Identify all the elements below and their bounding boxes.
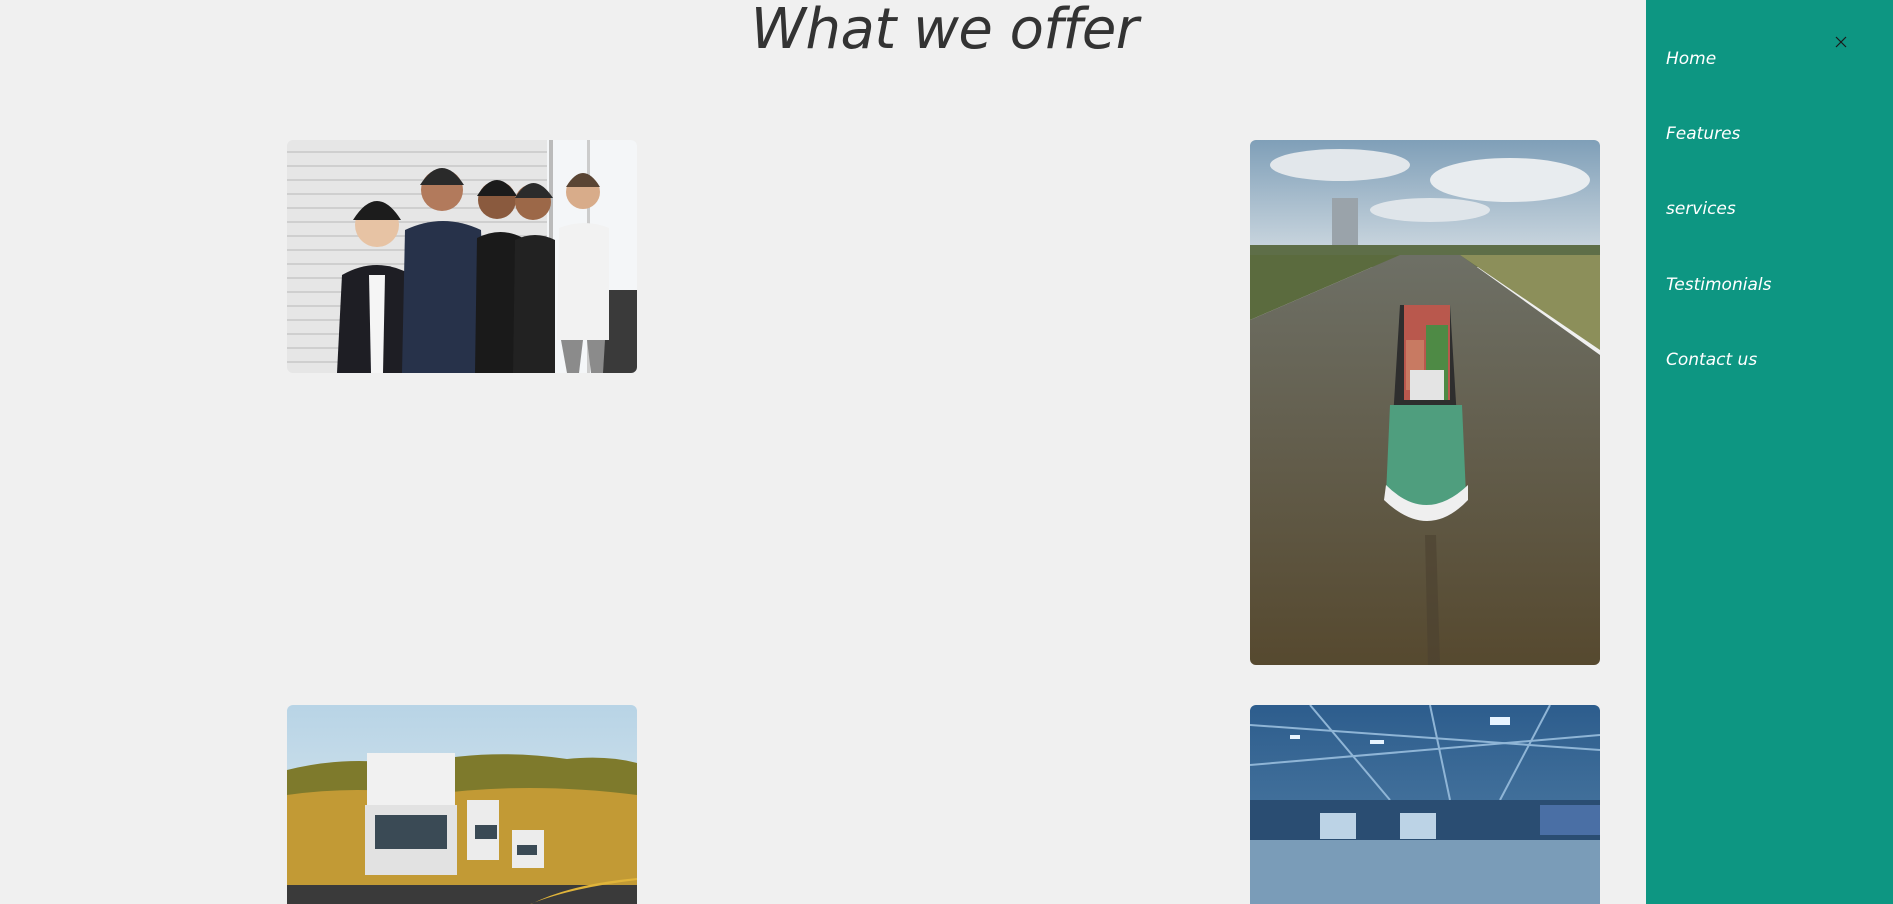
trucks-photo [287, 705, 637, 904]
main-content: What we offer [0, 0, 1646, 904]
sidebar-item-home[interactable]: Home [1666, 48, 1716, 70]
section-title: What we offer [750, 0, 1139, 62]
sidebar-item-testimonials[interactable]: Testimonials [1666, 274, 1771, 296]
close-icon[interactable] [1826, 32, 1856, 52]
cargo-ship-photo [1250, 140, 1600, 665]
page: What we offer Home Features services Tes… [0, 0, 1893, 904]
sidebar-item-contact-us[interactable]: Contact us [1666, 349, 1757, 371]
sidebar-item-services[interactable]: services [1666, 198, 1736, 220]
sidebar-item-features[interactable]: Features [1666, 123, 1740, 145]
warehouse-photo [1250, 705, 1600, 904]
team-photo [287, 140, 637, 373]
